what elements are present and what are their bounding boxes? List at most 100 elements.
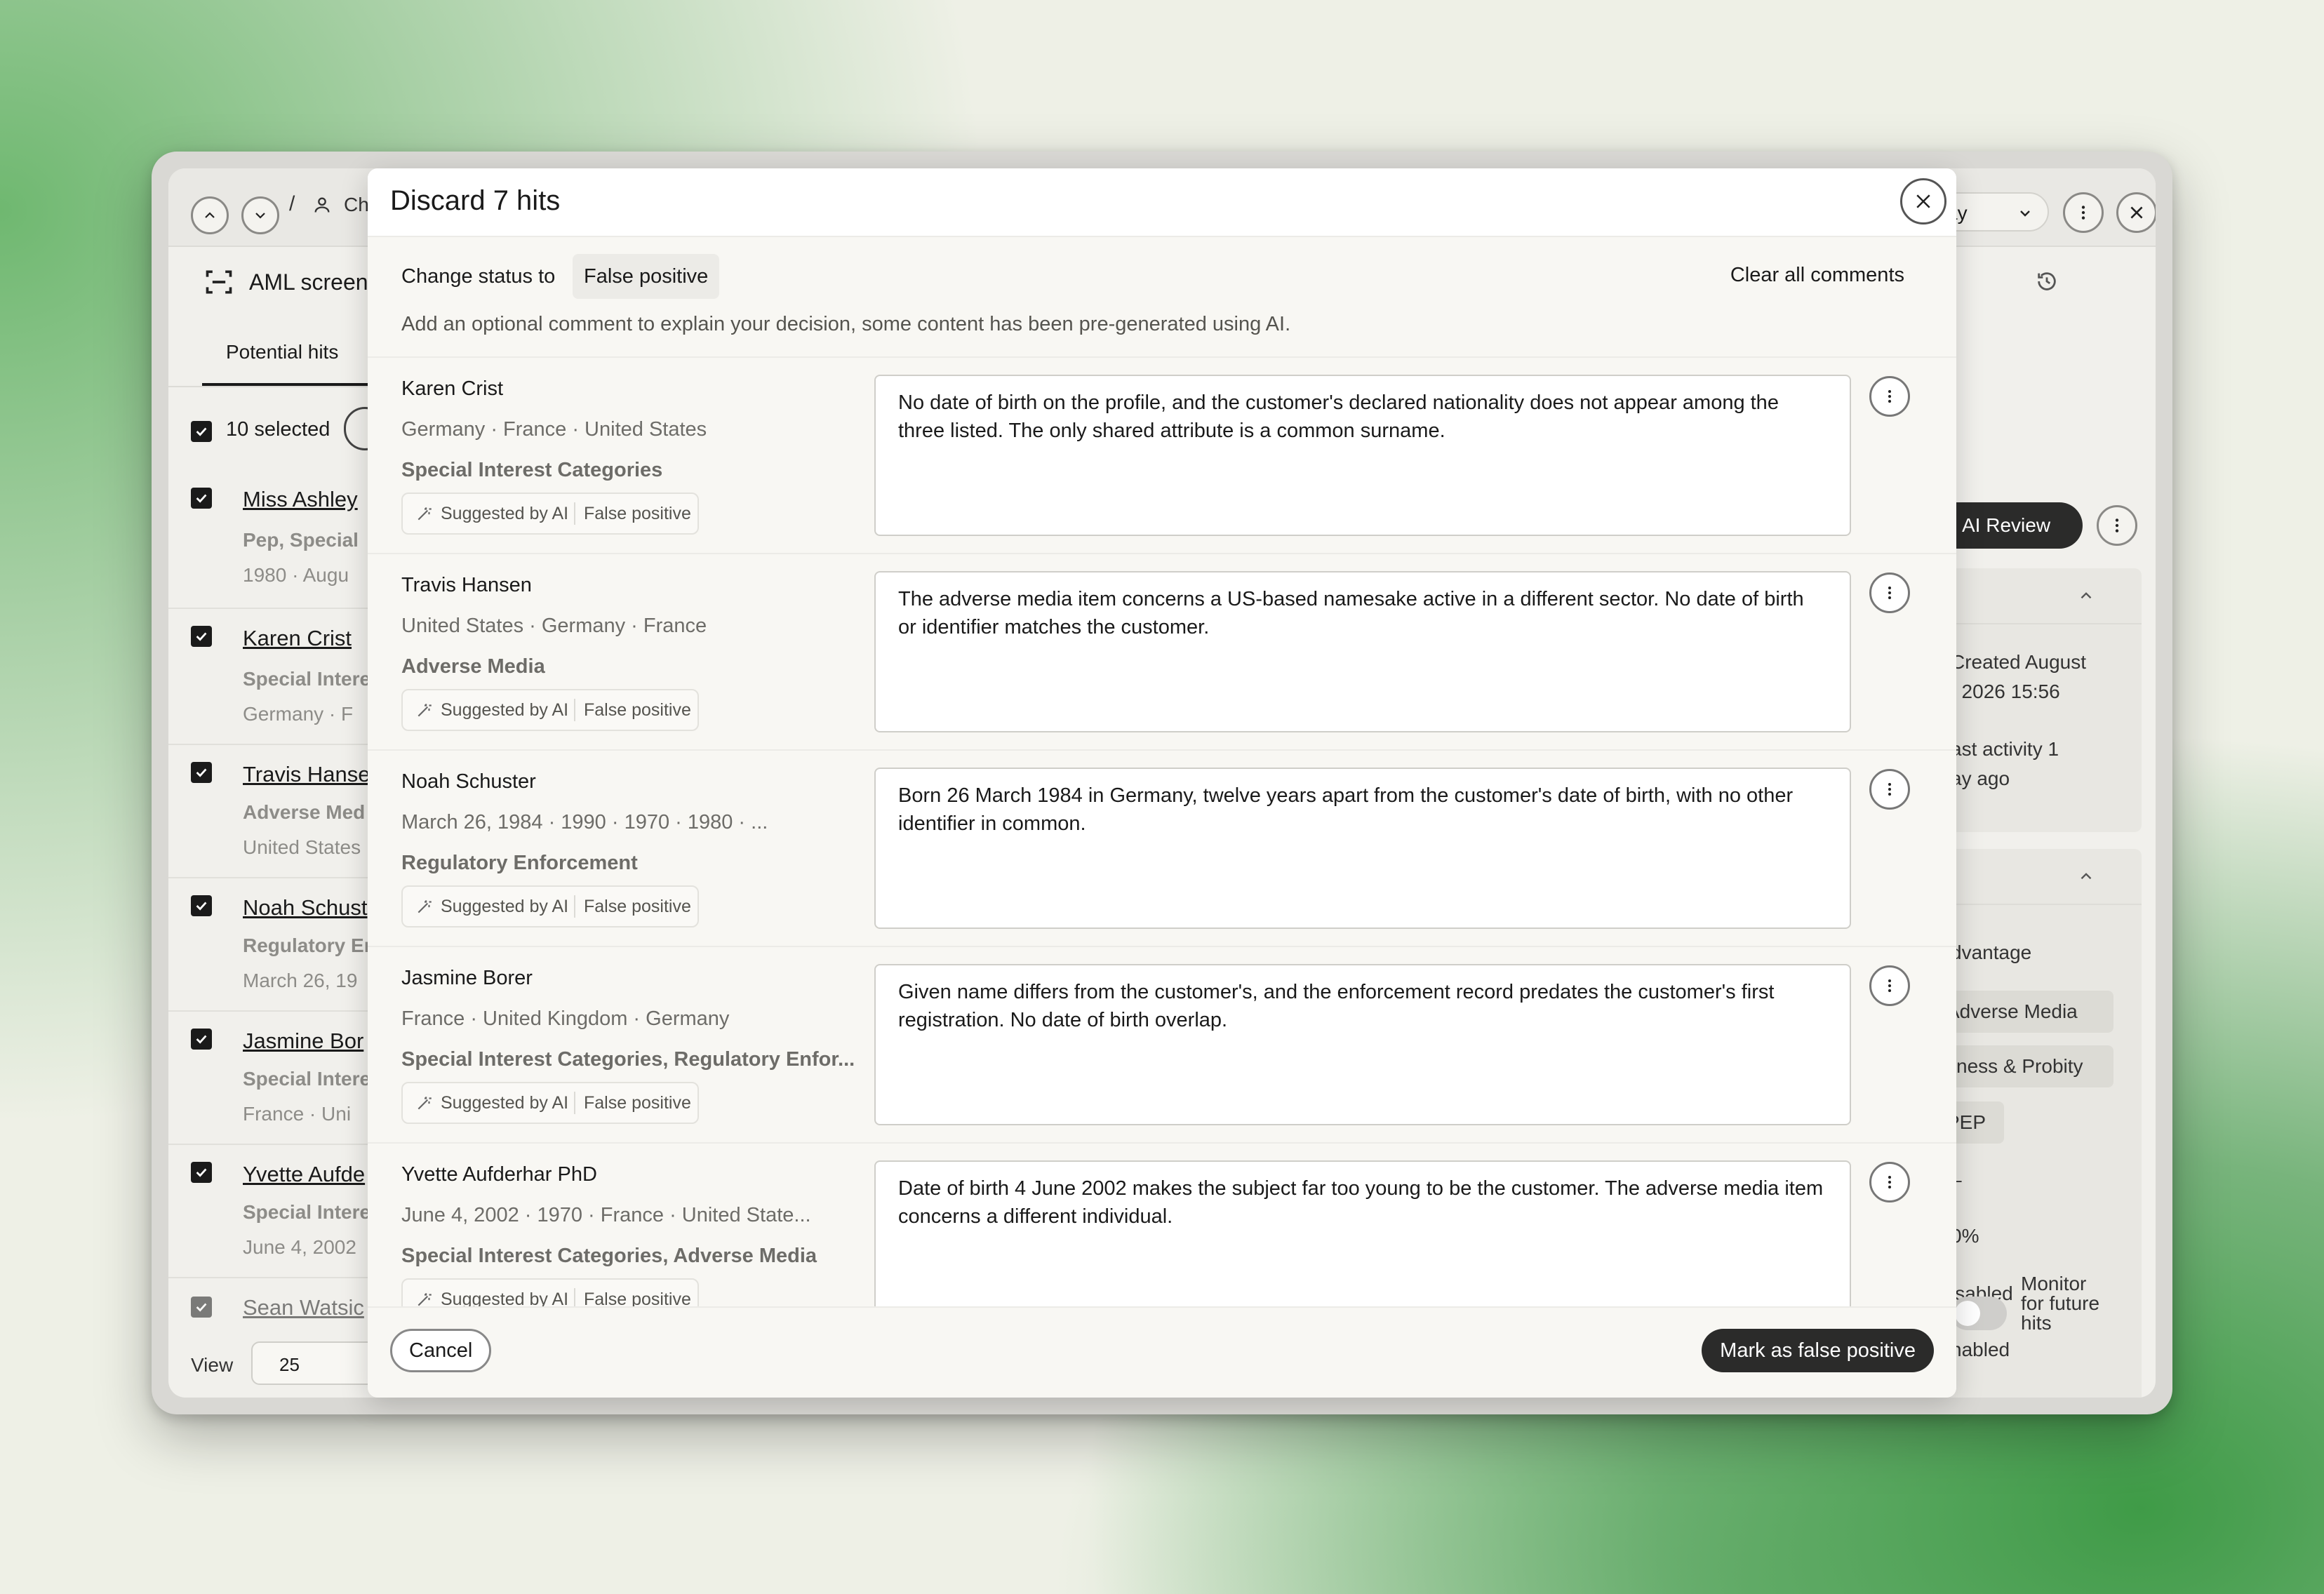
row-checkbox[interactable] <box>191 488 212 509</box>
checkbox-checked-icon <box>196 1168 207 1177</box>
chevron-down-icon <box>2020 210 2030 217</box>
select-all-checkbox[interactable] <box>191 421 212 442</box>
discard-hits-modal: Discard 7 hits Change status to False po… <box>368 168 1956 1398</box>
hit-categories: Adverse Media <box>401 655 545 678</box>
profile-name: dvantage <box>1951 942 2032 963</box>
ai-suggestion-tag: Suggested by AI False positive <box>401 689 699 731</box>
clear-comments-button[interactable]: Clear all comments <box>1730 264 1904 287</box>
hit-categories: Special Interest Categories, Adverse Med… <box>401 1245 817 1267</box>
row-checkbox[interactable] <box>191 1029 212 1050</box>
list-item-name[interactable]: Travis Hanse <box>243 762 370 787</box>
hit-categories: Special Interest Categories <box>401 459 663 481</box>
close-modal-button[interactable] <box>1900 178 1946 225</box>
row-checkbox[interactable] <box>191 1162 212 1183</box>
list-item-name[interactable]: Miss Ashley <box>243 487 358 512</box>
hit-meta: June 4, 2002 · 1970 · France · United St… <box>401 1204 811 1226</box>
divider <box>168 1010 393 1012</box>
monitor-toggle[interactable] <box>1951 1297 2007 1330</box>
comment-textarea[interactable]: Date of birth 4 June 2002 makes the subj… <box>874 1160 1851 1322</box>
card-header[interactable] <box>1937 849 2142 905</box>
ai-suggestion-tag: Suggested by AI False positive <box>401 493 699 535</box>
magic-wand-icon <box>418 704 432 717</box>
hit-name: Travis Hansen <box>401 574 532 596</box>
view-label: View <box>191 1354 234 1376</box>
modal-hint: Add an optional comment to explain your … <box>401 313 1291 335</box>
more-vertical-icon <box>1888 783 1891 796</box>
more-vertical-icon <box>1888 390 1891 403</box>
list-item: Jasmine Borer France · United Kingdom · … <box>368 946 1956 1144</box>
selected-count: 10 selected <box>226 418 330 441</box>
divider <box>168 744 393 745</box>
hit-options-button[interactable] <box>1869 572 1910 613</box>
next-button[interactable] <box>241 196 279 234</box>
more-vertical-icon <box>1888 587 1891 599</box>
list-item-name[interactable]: Jasmine Bor <box>243 1029 363 1054</box>
close-window-button[interactable] <box>2116 192 2156 233</box>
checkbox-checked-icon <box>196 427 207 436</box>
category-chip: Adverse Media <box>1937 991 2113 1033</box>
hit-meta: United States · Germany · France <box>401 615 707 637</box>
row-checkbox[interactable] <box>191 1297 212 1318</box>
list-item-categories: Special Intere <box>243 668 371 690</box>
hit-name: Noah Schuster <box>401 770 536 793</box>
created-label: Created August <box>1951 651 2087 673</box>
list-item-meta: 1980 · Augu <box>243 564 349 586</box>
more-vertical-icon <box>1888 1176 1891 1188</box>
list-item-name[interactable]: Yvette Aufde <box>243 1162 365 1187</box>
list-item-name[interactable]: Karen Crist <box>243 626 352 651</box>
mark-false-positive-button[interactable]: Mark as false positive <box>1702 1329 1934 1372</box>
magic-wand-icon <box>418 1097 432 1110</box>
list-item-meta: France · Uni <box>243 1103 352 1125</box>
scan-icon <box>206 270 232 294</box>
list-item-categories: Regulatory En <box>243 935 376 956</box>
status-label: Change status to <box>401 265 556 288</box>
tab-potential-hits[interactable]: Potential hits <box>226 341 338 363</box>
activity-value: ay ago <box>1951 768 2010 789</box>
comment-textarea[interactable]: The adverse media item concerns a US-bas… <box>874 571 1851 732</box>
breadcrumb-customer[interactable]: Ch <box>344 194 369 216</box>
more-options-button[interactable] <box>2063 192 2104 233</box>
history-icon[interactable] <box>2035 269 2059 293</box>
page-size-value: 25 <box>279 1354 300 1375</box>
page-title: AML screen <box>249 269 368 295</box>
chevron-down-icon <box>255 213 265 219</box>
row-checkbox[interactable] <box>191 762 212 783</box>
hit-options-button[interactable] <box>1869 376 1910 417</box>
comment-textarea[interactable]: Born 26 March 1984 in Germany, twelve ye… <box>874 768 1851 929</box>
magic-wand-icon <box>418 900 432 913</box>
checkbox-checked-icon <box>196 902 207 911</box>
list-item-categories: Special Intere <box>243 1201 371 1223</box>
page-size-select[interactable]: 25 <box>251 1341 378 1385</box>
row-checkbox[interactable] <box>191 626 212 647</box>
activity-label: ast activity 1 <box>1951 738 2059 760</box>
status-select[interactable]: False positive <box>573 254 720 299</box>
comment-textarea[interactable]: No date of birth on the profile, and the… <box>874 375 1851 536</box>
previous-button[interactable] <box>191 196 229 234</box>
list-item-meta: United States <box>243 836 361 858</box>
cancel-button[interactable]: Cancel <box>390 1329 492 1372</box>
divider <box>168 877 393 878</box>
hit-options-button[interactable] <box>1869 965 1910 1006</box>
checkbox-checked-icon <box>196 1035 207 1044</box>
setting-status: nabled <box>1951 1339 2010 1360</box>
row-checkbox[interactable] <box>191 895 212 916</box>
list-item: Travis Hansen United States · Germany · … <box>368 553 1956 751</box>
comment-textarea[interactable]: Given name differs from the customer's, … <box>874 964 1851 1125</box>
hit-name: Karen Crist <box>401 377 504 400</box>
hit-options-button[interactable] <box>1869 1162 1910 1203</box>
more-vertical-icon <box>2081 206 2085 220</box>
list-item-categories: Special Intere <box>243 1068 371 1090</box>
more-vertical-icon <box>2115 518 2119 533</box>
divider <box>574 502 575 525</box>
card-header[interactable] <box>1937 568 2142 624</box>
hit-name: Yvette Aufderhar PhD <box>401 1163 597 1186</box>
hit-options-button[interactable] <box>1869 769 1910 810</box>
list-item-name[interactable]: Sean Watsic <box>243 1295 364 1320</box>
hit-categories: Regulatory Enforcement <box>401 852 638 874</box>
divider <box>168 608 393 609</box>
list-item-name[interactable]: Noah Schust <box>243 895 368 920</box>
close-icon <box>2130 206 2143 219</box>
breadcrumb-separator: / <box>289 192 295 215</box>
divider <box>574 699 575 721</box>
more-options-button[interactable] <box>2097 505 2137 546</box>
